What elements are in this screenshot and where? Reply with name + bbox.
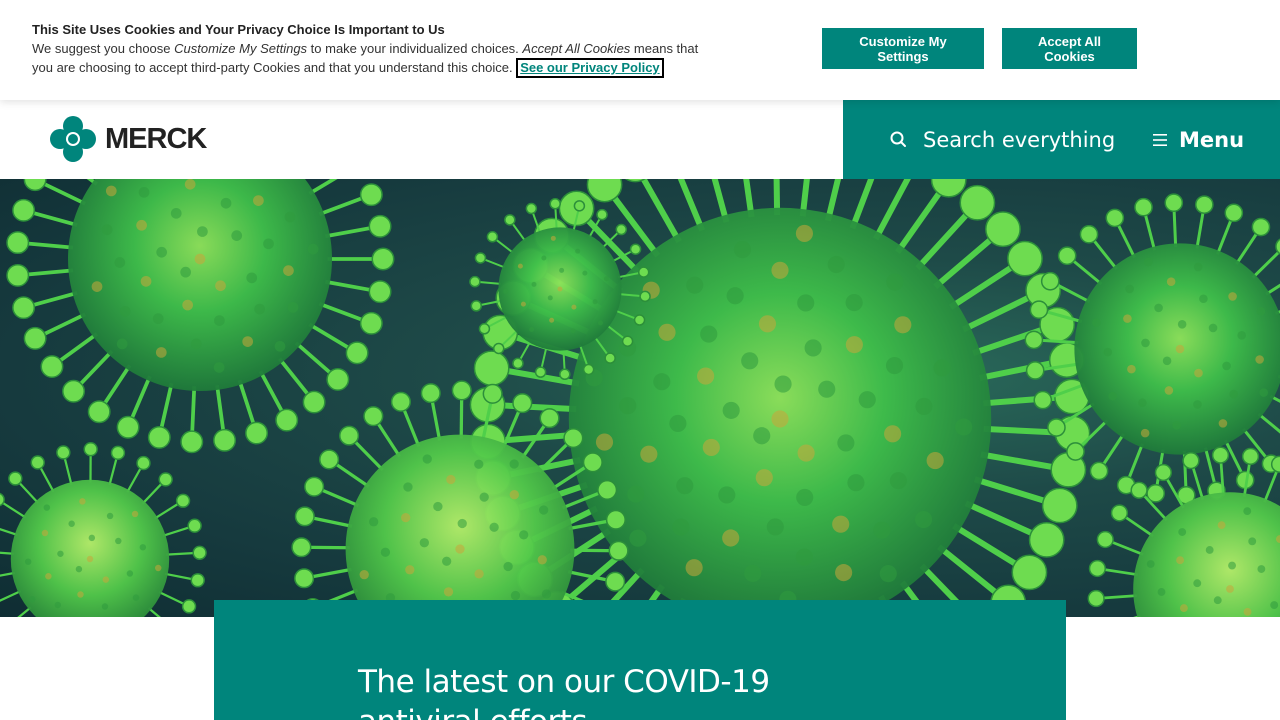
- privacy-policy-link[interactable]: See our Privacy Policy: [516, 58, 664, 78]
- virus-illustration: [0, 179, 1280, 617]
- cookie-text-em2: Accept All Cookies: [522, 41, 631, 56]
- logo-wordmark: MERCK: [105, 122, 207, 155]
- cookie-text-part1: We suggest you choose: [32, 41, 175, 56]
- cookie-description: We suggest you choose Customize My Setti…: [32, 39, 712, 78]
- hero-image: [0, 179, 1280, 617]
- search-label: Search everything: [923, 127, 1116, 152]
- virus-particle: [0, 442, 207, 617]
- feature-card[interactable]: The latest on our COVID-19 antiviral eff…: [214, 600, 1066, 720]
- menu-button[interactable]: Menu: [1153, 100, 1244, 179]
- cookie-banner: This Site Uses Cookies and Your Privacy …: [0, 0, 1280, 100]
- feature-title: The latest on our COVID-19 antiviral eff…: [358, 664, 770, 720]
- cookie-text: This Site Uses Cookies and Your Privacy …: [32, 20, 712, 78]
- accept-all-cookies-button[interactable]: Accept All Cookies: [1002, 28, 1137, 69]
- virus-particle: [6, 179, 395, 454]
- cookie-text-part2: to make your individualized choices.: [307, 41, 523, 56]
- hamburger-icon: [1153, 133, 1167, 146]
- search-icon: [890, 131, 906, 147]
- site-header: MERCK Search everything Menu: [0, 100, 1280, 179]
- merck-logo-icon: [50, 116, 96, 162]
- cookie-title: This Site Uses Cookies and Your Privacy …: [32, 22, 445, 37]
- customize-settings-button[interactable]: Customize My Settings: [822, 28, 984, 69]
- header-actions: Search everything Menu: [843, 100, 1280, 179]
- cookie-text-em1: Customize My Settings: [174, 41, 308, 56]
- merck-logo[interactable]: MERCK: [50, 116, 207, 162]
- menu-label: Menu: [1179, 127, 1245, 152]
- search-trigger[interactable]: Search everything: [889, 100, 1115, 179]
